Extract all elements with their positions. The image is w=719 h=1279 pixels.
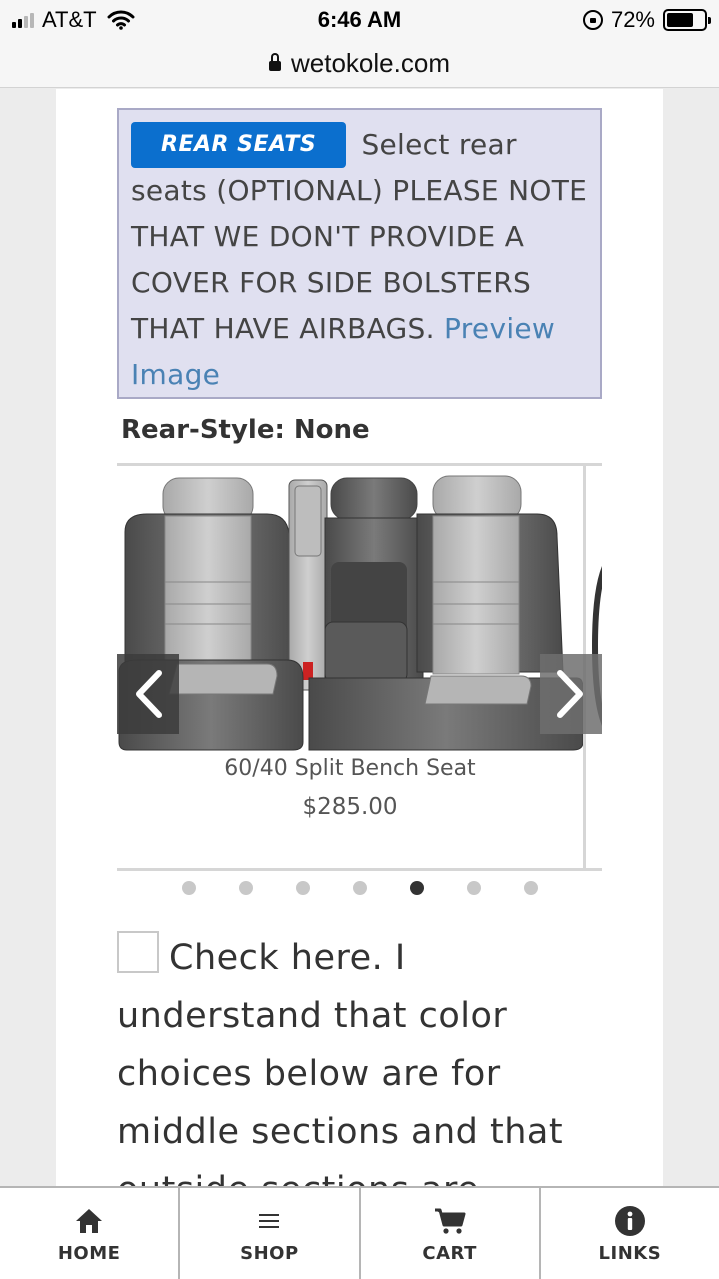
nav-cart[interactable]: CART bbox=[361, 1188, 541, 1279]
page-content: REAR SEATS Select rear seats (OPTIONAL) … bbox=[56, 89, 663, 1210]
home-icon bbox=[76, 1209, 103, 1233]
rear-seats-notice: REAR SEATS Select rear seats (OPTIONAL) … bbox=[117, 108, 602, 399]
rear-style-value: None bbox=[293, 415, 370, 445]
rear-style-row: Rear-Style: None bbox=[121, 415, 370, 445]
status-right: 72% bbox=[582, 7, 711, 33]
address-bar[interactable]: wetokole.com bbox=[0, 40, 719, 88]
acknowledgement-text: Check here. I understand that color choi… bbox=[117, 938, 564, 1210]
seat-product-image[interactable] bbox=[117, 472, 583, 752]
menu-icon bbox=[259, 1214, 280, 1228]
bottom-nav: HOME SHOP CART LINKS bbox=[0, 1186, 719, 1279]
acknowledgement-block: Check here. I understand that color choi… bbox=[117, 929, 587, 1219]
cart-icon bbox=[434, 1208, 466, 1234]
nav-shop[interactable]: SHOP bbox=[180, 1188, 361, 1279]
carousel-next-button[interactable] bbox=[540, 654, 602, 734]
carousel-pagination bbox=[117, 881, 602, 895]
nav-links[interactable]: LINKS bbox=[541, 1188, 719, 1279]
nav-shop-label: SHOP bbox=[240, 1243, 299, 1264]
nav-cart-label: CART bbox=[422, 1243, 477, 1264]
carousel-dot[interactable] bbox=[523, 881, 538, 895]
chevron-left-icon bbox=[136, 670, 162, 718]
rear-style-label: Rear-Style: bbox=[121, 415, 285, 445]
carousel-dot[interactable] bbox=[409, 881, 424, 895]
battery-percent: 72% bbox=[610, 7, 655, 32]
url-text: wetokole.com bbox=[291, 48, 450, 78]
rear-seats-button[interactable]: REAR SEATS bbox=[131, 122, 347, 168]
nav-home-label: HOME bbox=[57, 1243, 121, 1264]
rotation-lock-icon bbox=[582, 10, 603, 30]
carousel-dot[interactable] bbox=[238, 881, 253, 895]
chevron-right-icon bbox=[557, 670, 583, 718]
carousel-dot[interactable] bbox=[181, 881, 196, 895]
carousel-prev-button[interactable] bbox=[117, 654, 179, 734]
status-bar: AT&T 6:46 AM 72% bbox=[0, 0, 719, 40]
acknowledgement-checkbox[interactable] bbox=[117, 931, 159, 973]
padlock-icon bbox=[269, 52, 282, 73]
product-name: 60/40 Split Bench Seat bbox=[224, 756, 476, 781]
battery-fill bbox=[667, 13, 693, 27]
nav-links-label: LINKS bbox=[598, 1243, 662, 1264]
rear-seat-carousel[interactable]: 60/40 Split Bench Seat $285.00 bbox=[117, 463, 602, 871]
carousel-dot[interactable] bbox=[466, 881, 481, 895]
battery-icon bbox=[663, 9, 711, 31]
carousel-dot[interactable] bbox=[295, 881, 310, 895]
nav-home[interactable]: HOME bbox=[0, 1188, 181, 1279]
product-price: $285.00 bbox=[302, 794, 398, 820]
carousel-dot[interactable] bbox=[352, 881, 367, 895]
info-icon bbox=[614, 1206, 645, 1236]
